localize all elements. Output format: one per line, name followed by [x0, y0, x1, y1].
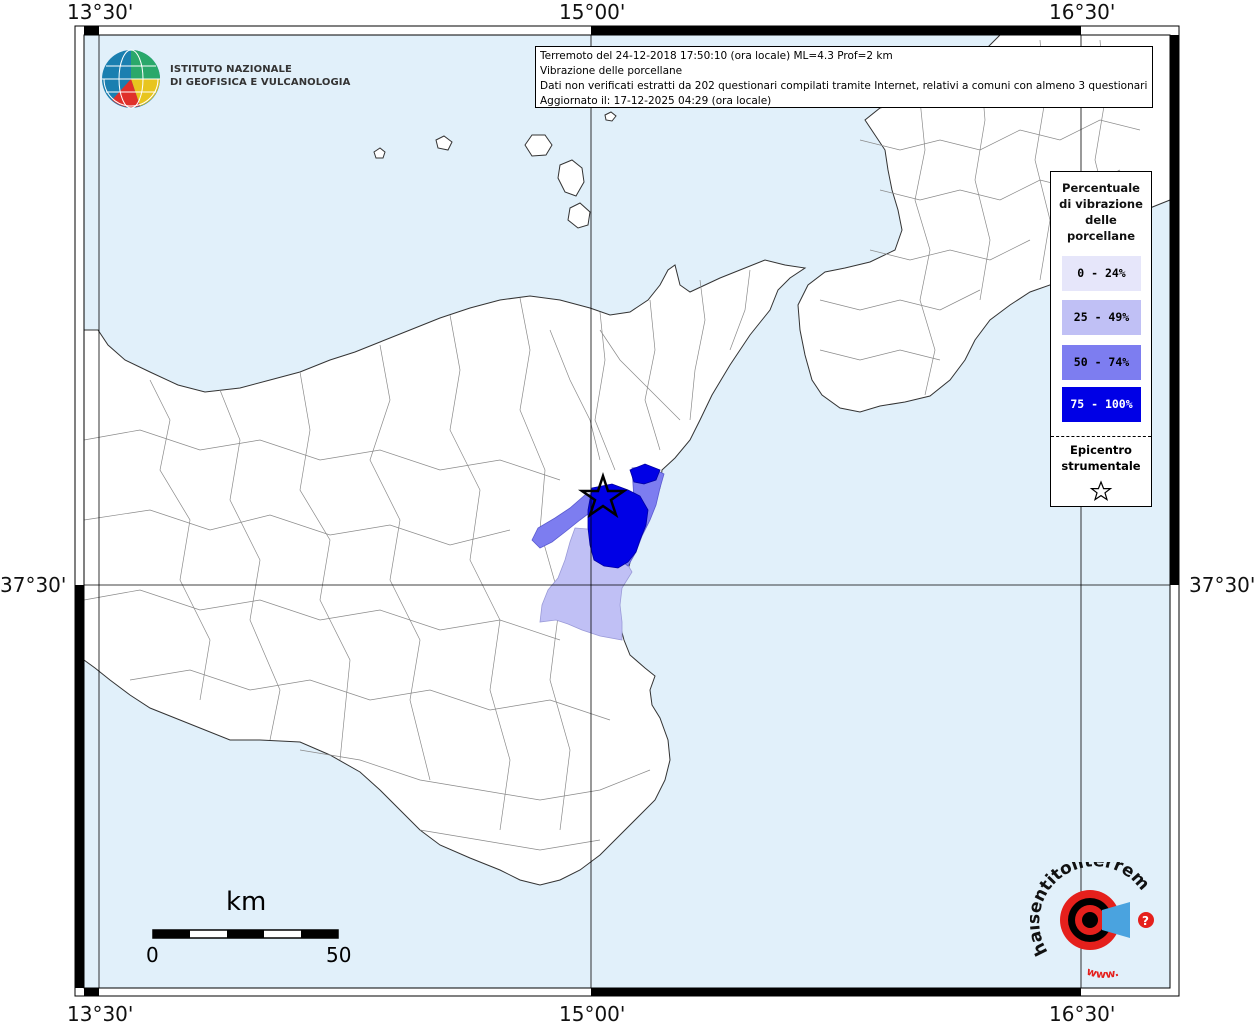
ingv-globe-icon [102, 49, 160, 109]
legend: Percentuale di vibrazione delle porcella… [1050, 171, 1152, 507]
ingv-line2: DI GEOFISICA E VULCANOLOGIA [170, 77, 351, 88]
data-note: Dati non verificati estratti da 202 ques… [540, 80, 1148, 92]
star-icon [1089, 480, 1113, 502]
haisentito-logo: ? haisentitoilterremoto.it www. [1024, 847, 1170, 982]
svg-text:www.: www. [1085, 965, 1120, 981]
svg-text:?: ? [1142, 914, 1149, 928]
legend-title-line: Percentuale [1062, 181, 1140, 195]
tick-top-3: 16°30' [1049, 0, 1116, 24]
legend-item-75-100: 75 - 100% [1062, 387, 1141, 422]
ingv-line1: ISTITUTO NAZIONALE [170, 64, 292, 75]
update-timestamp: Aggiornato il: 17-12-2025 04:29 (ora loc… [540, 95, 772, 107]
legend-divider [1051, 436, 1151, 437]
scale-label-max: 50 [326, 943, 352, 967]
tick-left: 37°30' [0, 573, 67, 597]
scale-bar: km 0 50 [140, 885, 370, 975]
legend-title-line: delle [1085, 213, 1117, 227]
event-info-box: Terremoto del 24-12-2018 17:50:10 (ora l… [535, 46, 1153, 108]
legend-title-line: di vibrazione [1059, 197, 1143, 211]
legend-item-25-49: 25 - 49% [1062, 300, 1141, 335]
scale-unit: km [226, 887, 267, 917]
tick-top-1: 13°30' [67, 0, 134, 24]
legend-title: Percentuale di vibrazione delle porcella… [1051, 180, 1151, 244]
scale-label-min: 0 [146, 943, 159, 967]
haisentito-logo-prefix: www. [1085, 965, 1120, 981]
tick-bottom-3: 16°30' [1049, 1002, 1116, 1026]
legend-item-50-74: 50 - 74% [1062, 345, 1141, 380]
event-title: Terremoto del 24-12-2018 17:50:10 (ora l… [540, 50, 893, 62]
tick-top-2: 15°00' [559, 0, 626, 24]
tick-bottom-2: 15°00' [559, 1002, 626, 1026]
scale-bar-graphic [152, 929, 339, 939]
tick-bottom-1: 13°30' [67, 1002, 134, 1026]
haisentito-logo-graphic: ? haisentitoilterremoto.it www. [1024, 847, 1154, 981]
legend-epicenter-line: Epicentro [1070, 443, 1132, 457]
map-subject: Vibrazione delle porcellane [540, 65, 683, 77]
legend-epicenter-label: Epicentro strumentale [1051, 442, 1151, 474]
tick-right: 37°30' [1189, 573, 1254, 597]
legend-title-line: porcellane [1066, 229, 1136, 243]
legend-item-0-24: 0 - 24% [1062, 256, 1141, 291]
legend-epicenter-line: strumentale [1061, 459, 1141, 473]
ingv-logo-text: ISTITUTO NAZIONALE DI GEOFISICA E VULCAN… [170, 63, 350, 89]
